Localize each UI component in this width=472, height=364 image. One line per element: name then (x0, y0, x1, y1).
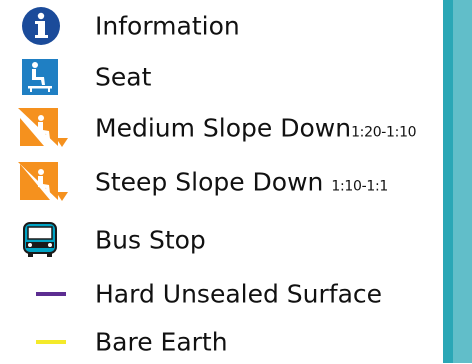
bare-earth-line (18, 320, 74, 364)
legend-label-information: Information (95, 11, 240, 41)
info-icon (18, 4, 74, 48)
medium-slope-down-icon (18, 106, 74, 150)
bus-stop-icon (18, 218, 74, 262)
hard-unsealed-surface-line (18, 272, 74, 316)
legend-item-steep-slope-down: Steep Slope Down 1:10-1:1 (0, 160, 440, 204)
legend-label-steep-slope-down: Steep Slope Down 1:10-1:1 (95, 170, 388, 195)
legend-text-medium-slope-down: Medium Slope Down (95, 113, 352, 143)
legend-item-information: Information (0, 4, 440, 48)
steep-slope-down-icon (18, 160, 74, 204)
legend-range-medium-slope-down: 1:20-1:10 (351, 124, 417, 141)
legend-item-seat: Seat (0, 55, 440, 99)
legend-item-bare-earth: Bare Earth (0, 320, 440, 364)
legend-label-bus-stop: Bus Stop (95, 225, 206, 255)
seat-icon (18, 55, 74, 99)
legend-label-bare-earth: Bare Earth (95, 327, 228, 357)
legend-label-hard-unsealed-surface: Hard Unsealed Surface (95, 279, 383, 309)
legend-item-hard-unsealed-surface: Hard Unsealed Surface (0, 272, 440, 316)
legend-range-steep-slope-down: 1:10-1:1 (331, 178, 388, 195)
side-color-band (440, 0, 472, 363)
legend-label-seat: Seat (95, 62, 152, 92)
legend-text-steep-slope-down: Steep Slope Down (95, 167, 324, 197)
legend-item-bus-stop: Bus Stop (0, 218, 440, 262)
legend-label-medium-slope-down: Medium Slope Down1:20-1:10 (95, 113, 417, 143)
map-legend: Information Seat Medium Slope Down1:20-1… (0, 0, 440, 363)
legend-item-medium-slope-down: Medium Slope Down1:20-1:10 (0, 106, 440, 150)
